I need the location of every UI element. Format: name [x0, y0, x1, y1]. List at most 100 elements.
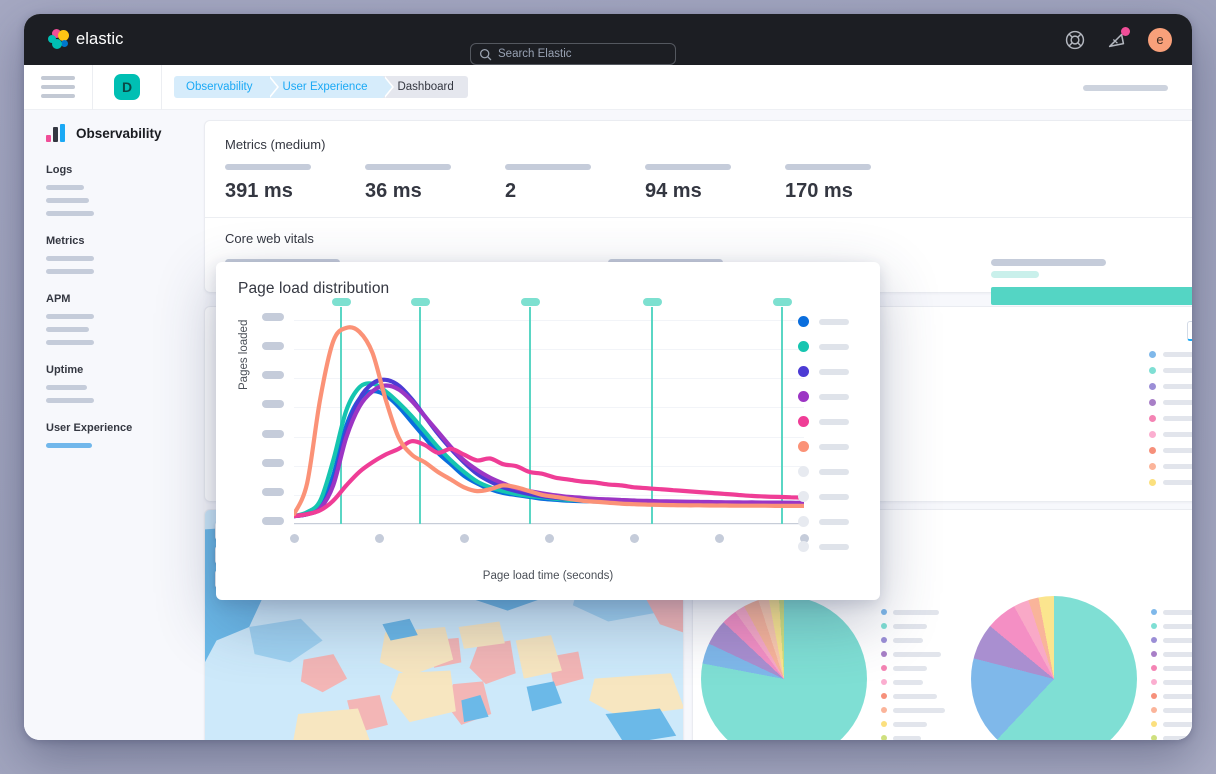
announcement-icon[interactable]: [1106, 29, 1128, 51]
chart-legend-item[interactable]: [798, 316, 860, 327]
legend-item[interactable]: [1149, 383, 1192, 390]
breakdown-select[interactable]: [1187, 321, 1192, 341]
legend-item[interactable]: [1149, 431, 1192, 438]
chart-legend-item[interactable]: [798, 491, 860, 502]
legend-item[interactable]: [1149, 399, 1192, 406]
annotation-label-ghost: [773, 298, 792, 306]
legend-item[interactable]: [881, 693, 957, 699]
breadcrumb-item-dashboard[interactable]: Dashboard: [383, 76, 467, 98]
legend-label-ghost: [893, 736, 921, 741]
legend-item[interactable]: [881, 651, 957, 657]
legend-item[interactable]: [1149, 463, 1192, 470]
legend-item[interactable]: [1151, 623, 1192, 629]
breadcrumb-item-user-experience[interactable]: User Experience: [268, 76, 383, 98]
legend-label-ghost: [819, 394, 849, 400]
sidebar-section-uptime: Uptime: [46, 364, 192, 403]
sidebar-item[interactable]: [46, 269, 94, 274]
y-axis-ticks: [262, 312, 288, 527]
legend-item[interactable]: [1151, 735, 1192, 740]
breadcrumb-chevron-icon: [383, 76, 392, 98]
chart-legend-item[interactable]: [798, 391, 860, 402]
header-ghost-control[interactable]: [1083, 85, 1168, 91]
sidebar-item[interactable]: [46, 385, 87, 390]
help-icon[interactable]: [1064, 29, 1086, 51]
legend-color-dot: [1149, 431, 1156, 438]
legend-color-dot: [1149, 351, 1156, 358]
cwv-progress-bar: [991, 287, 1192, 305]
annotation-label-ghost: [521, 298, 540, 306]
legend-item[interactable]: [1151, 651, 1192, 657]
breadcrumb-chevron-icon: [268, 76, 277, 98]
chart-legend-item[interactable]: [798, 541, 860, 552]
legend-item[interactable]: [881, 721, 957, 727]
legend-item[interactable]: [881, 679, 957, 685]
hamburger-menu-icon[interactable]: [24, 65, 92, 110]
legend-item[interactable]: [1149, 479, 1192, 486]
legend-label-ghost: [819, 319, 849, 325]
pie-graphic[interactable]: [971, 596, 1137, 740]
sidebar-item[interactable]: [46, 327, 89, 332]
search-input[interactable]: Search Elastic: [470, 43, 676, 65]
x-tick-label-ghost: [545, 534, 554, 543]
sidebar-section-label: Logs: [46, 164, 192, 176]
x-tick-label-ghost: [460, 534, 469, 543]
annotation-label-ghost: [643, 298, 662, 306]
sidebar-item[interactable]: [46, 211, 94, 216]
legend-item[interactable]: [1151, 693, 1192, 699]
breadcrumb-item-observability[interactable]: Observability: [174, 76, 268, 98]
legend-label-ghost: [1163, 694, 1192, 699]
elastic-brand[interactable]: elastic: [24, 29, 123, 50]
legend-color-dot: [798, 316, 809, 327]
panel-title: Metrics (medium): [225, 137, 1192, 152]
sidebar-item[interactable]: [46, 443, 92, 448]
chart-legend-item[interactable]: [798, 516, 860, 527]
y-tick-label-ghost: [262, 459, 284, 467]
legend-item[interactable]: [881, 637, 957, 643]
modal-title: Page load distribution: [238, 280, 858, 298]
deployment-initial: D: [114, 74, 140, 100]
deployment-badge[interactable]: D: [93, 65, 161, 110]
sidebar-item[interactable]: [46, 198, 89, 203]
chart-legend-item[interactable]: [798, 466, 860, 477]
cwv-value-ghost: [991, 271, 1039, 278]
sidebar-item[interactable]: [46, 340, 94, 345]
legend-label-ghost: [1163, 624, 1192, 629]
sidebar-item[interactable]: [46, 398, 94, 403]
legend-item[interactable]: [1151, 637, 1192, 643]
legend-label-ghost: [1163, 448, 1192, 453]
sidebar-app-header: Observability: [46, 124, 192, 142]
chart-legend-item[interactable]: [798, 366, 860, 377]
legend-item[interactable]: [1151, 707, 1192, 713]
pie-graphic[interactable]: [701, 596, 867, 740]
metric-value: 36 ms: [365, 180, 505, 203]
legend-item[interactable]: [1149, 447, 1192, 454]
divider: [161, 65, 162, 110]
legend-color-dot: [798, 491, 809, 502]
metric-label-ghost: [365, 164, 451, 170]
legend-label-ghost: [893, 666, 927, 671]
legend-item[interactable]: [1151, 609, 1192, 615]
legend-label-ghost: [893, 624, 927, 629]
legend-item[interactable]: [1151, 679, 1192, 685]
y-tick-label-ghost: [262, 313, 284, 321]
sidebar-item[interactable]: [46, 185, 84, 190]
breadcrumb-label: User Experience: [282, 81, 367, 93]
legend-color-dot: [1151, 651, 1157, 657]
legend-item[interactable]: [1151, 665, 1192, 671]
chart-legend-item[interactable]: [798, 341, 860, 352]
legend-item[interactable]: [1149, 415, 1192, 422]
avatar[interactable]: e: [1148, 28, 1172, 52]
legend-item[interactable]: [881, 609, 957, 615]
legend-item[interactable]: [881, 623, 957, 629]
legend-item[interactable]: [881, 707, 957, 713]
legend-item[interactable]: [1151, 721, 1192, 727]
chart-legend-item[interactable]: [798, 416, 860, 427]
legend-item[interactable]: [881, 665, 957, 671]
legend-item[interactable]: [1149, 351, 1192, 358]
legend-item[interactable]: [1149, 367, 1192, 374]
sidebar-item[interactable]: [46, 256, 94, 261]
chart-legend-item[interactable]: [798, 441, 860, 452]
sidebar-item[interactable]: [46, 314, 94, 319]
search-icon: [479, 48, 492, 61]
legend-item[interactable]: [881, 735, 957, 740]
